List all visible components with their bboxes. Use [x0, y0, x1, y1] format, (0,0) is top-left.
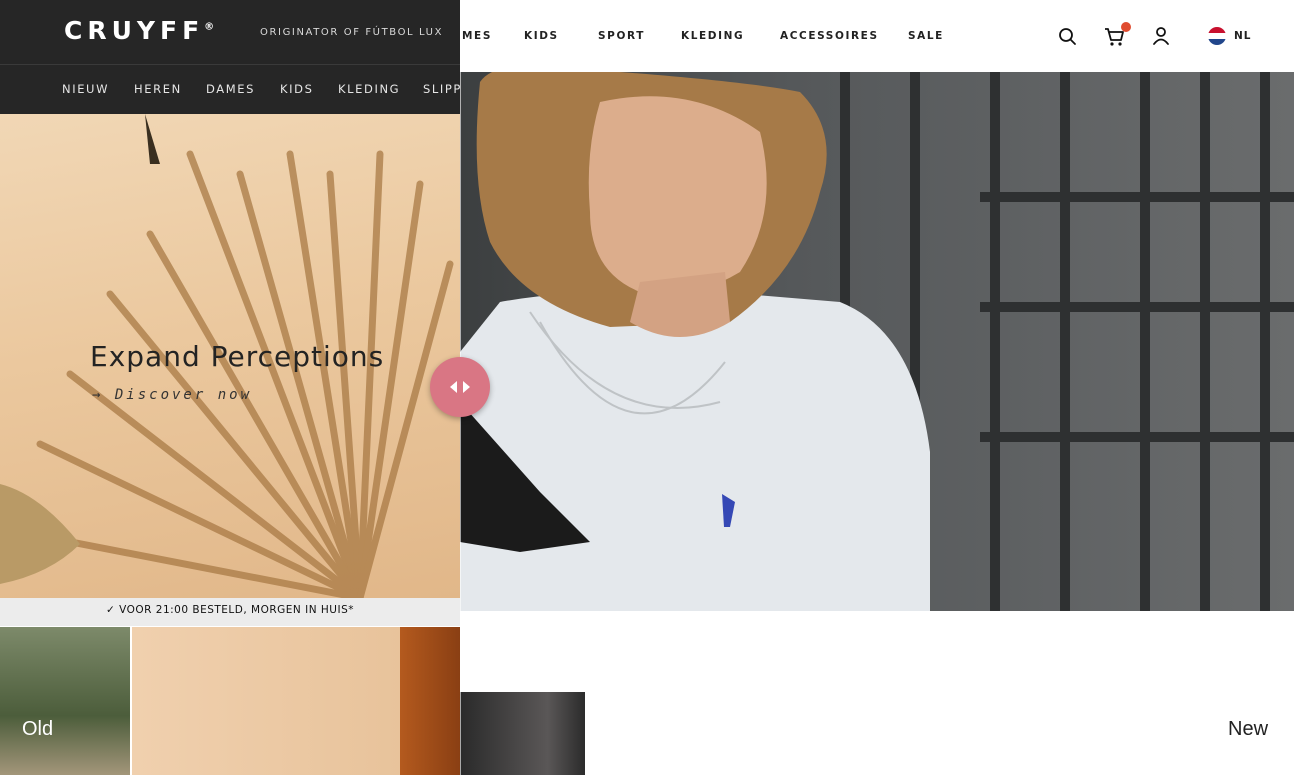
user-icon[interactable]: [1152, 26, 1170, 46]
nav-item-heren[interactable]: HEREN: [134, 82, 182, 96]
nav-item-kids[interactable]: KIDS: [524, 30, 559, 42]
new-label: New: [1228, 718, 1269, 740]
comparison-slider-handle[interactable]: [430, 357, 490, 417]
nav-item-kleding[interactable]: KLEDING: [681, 30, 744, 42]
hero-title: Expand Perceptions: [90, 340, 385, 373]
discover-now-link[interactable]: → Discover now: [92, 387, 252, 403]
model-figure: [460, 72, 930, 611]
nav-item-nieuw[interactable]: NIEUW: [62, 82, 109, 96]
cart-count-badge: [1121, 22, 1131, 32]
cruyff-logo[interactable]: CRUYFF®: [64, 16, 214, 45]
search-icon[interactable]: [1058, 27, 1078, 47]
nav-item-slippers[interactable]: SLIPP: [423, 82, 460, 96]
flag-nl-icon[interactable]: [1208, 27, 1226, 45]
language-label[interactable]: NL: [1234, 30, 1251, 42]
old-label: Old: [22, 718, 54, 740]
nav-item-accessoires[interactable]: ACCESSOIRES: [780, 30, 879, 42]
nav-item-dames[interactable]: DAMES: [206, 82, 255, 96]
old-bottom-images: [0, 627, 460, 775]
old-site-pane: CRUYFF® ORIGINATOR OF FÚTBOL LUX NIEUW H…: [0, 0, 460, 775]
tagline: ORIGINATOR OF FÚTBOL LUX: [260, 27, 444, 38]
nav-item-dames[interactable]: MES: [462, 30, 492, 42]
left-right-arrows-icon: [450, 381, 470, 393]
new-hero-image: [460, 72, 1294, 611]
delivery-notice: ✓ VOOR 21:00 BESTELD, MORGEN IN HUIS*: [105, 604, 355, 616]
nav-item-kids[interactable]: KIDS: [280, 82, 314, 96]
nav-item-kleding[interactable]: KLEDING: [338, 82, 400, 96]
new-secondary-image: [460, 692, 585, 775]
nav-item-sale[interactable]: SALE: [908, 30, 944, 42]
nav-item-sport[interactable]: SPORT: [598, 30, 645, 42]
